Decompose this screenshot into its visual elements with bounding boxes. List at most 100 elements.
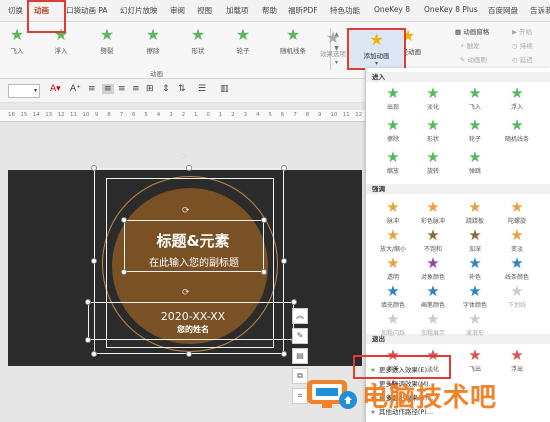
tab-tell-me[interactable]: 告诉我 xyxy=(530,5,550,16)
emphasis-effect-item[interactable]: ★ 放大/缩小 xyxy=(376,226,410,253)
resize-handle[interactable] xyxy=(91,258,97,264)
tab-foxit-pdf[interactable]: 福昕PDF xyxy=(288,5,318,16)
resize-handle[interactable] xyxy=(281,165,287,171)
collapse-icon[interactable]: ︽ xyxy=(292,308,308,324)
emphasis-effect-item[interactable]: ★ 加深 xyxy=(458,226,492,253)
resize-handle[interactable] xyxy=(85,337,91,343)
entrance-effect-item[interactable]: ★ 飞入 xyxy=(458,84,492,111)
emphasis-effect-item[interactable]: ★ 补色 xyxy=(458,254,492,281)
anim-wipe[interactable]: ★ 擦除 xyxy=(138,25,168,55)
justify-icon[interactable]: ≡ xyxy=(132,84,140,94)
entrance-effect-item[interactable]: ★ 旋转 xyxy=(416,148,450,175)
ruler-tick-label: 16 xyxy=(8,112,15,118)
tab-slideshow[interactable]: 幻灯片放映 xyxy=(120,5,158,16)
tab-onekey8-plus[interactable]: OneKey 8 Plus xyxy=(424,5,478,14)
slide-title[interactable]: 标题&元素 xyxy=(138,230,248,251)
exit-effect-item[interactable]: ★ 飞出 xyxy=(458,346,492,373)
resize-handle[interactable] xyxy=(281,351,287,357)
tab-onekey8[interactable]: OneKey 8 xyxy=(374,5,410,14)
emphasis-effect-item[interactable]: ★ 彩色脉冲 xyxy=(416,198,450,225)
slide-subtitle[interactable]: 在此输入您的副标题 xyxy=(126,254,262,269)
tab-addins[interactable]: 加载项 xyxy=(226,5,249,16)
resize-handle[interactable] xyxy=(121,217,127,223)
distribute-icon[interactable]: ⊞ xyxy=(146,84,154,94)
emphasis-effect-item[interactable]: ★ 加粗展示 xyxy=(416,310,450,337)
resize-handle[interactable] xyxy=(261,269,267,275)
columns-icon[interactable]: ▥ xyxy=(220,84,229,94)
animation-painter-button[interactable]: ✎ 动画刷 xyxy=(460,54,487,64)
entrance-effect-item[interactable]: ★ 随机线条 xyxy=(500,116,534,143)
entrance-effect-item[interactable]: ★ 缩放 xyxy=(376,148,410,175)
resize-handle[interactable] xyxy=(121,269,127,275)
tab-pocket-animation[interactable]: 口袋动画 PA xyxy=(66,5,108,16)
anim-label: 劈裂 xyxy=(100,47,114,55)
rotate-handle-icon[interactable]: ⟳ xyxy=(182,206,190,216)
emphasis-effect-item[interactable]: ★ 陀螺旋 xyxy=(500,198,534,225)
bullets-icon[interactable]: ☰ xyxy=(198,84,206,94)
star-icon: ★ xyxy=(426,116,440,134)
slide-author-name[interactable]: 您的姓名 xyxy=(138,324,248,335)
animation-pane-button[interactable]: ▦ 动画窗格 xyxy=(455,26,489,36)
font-color-icon[interactable]: A▾ xyxy=(50,84,61,94)
tab-view[interactable]: 视图 xyxy=(197,5,212,16)
emphasis-effect-item[interactable]: ★ 波浪形 xyxy=(458,310,492,337)
slide-canvas[interactable]: ⟳ ⟳ 标题&元素 在此输入您的副标题 2020-XX-XX 您的姓名 xyxy=(8,165,362,366)
resize-handle[interactable] xyxy=(91,165,97,171)
tab-features[interactable]: 特色功能 xyxy=(330,5,360,16)
entrance-effect-item[interactable]: ★ 淡化 xyxy=(416,84,450,111)
layout-icon[interactable]: ▤ xyxy=(292,348,308,364)
tab-transitions[interactable]: 切换 xyxy=(8,5,23,16)
entrance-effect-item[interactable]: ★ 形状 xyxy=(416,116,450,143)
exit-effect-item[interactable]: ★ 浮出 xyxy=(500,346,534,373)
effect-options-button[interactable]: ★ 效果选项 xyxy=(320,28,346,58)
align-center-icon[interactable]: ≡ xyxy=(102,84,114,94)
entrance-effect-item[interactable]: ★ 弹跳 xyxy=(458,148,492,175)
slide-date[interactable]: 2020-XX-XX xyxy=(138,310,248,323)
emphasis-effect-item[interactable]: ★ 对象颜色 xyxy=(416,254,450,281)
entrance-effect-item[interactable]: ★ 出现 xyxy=(376,84,410,111)
add-animation-button[interactable]: ★ 添加动画 ▾ xyxy=(347,28,406,70)
tab-review[interactable]: 审阅 xyxy=(170,5,185,16)
emphasis-effect-item[interactable]: ★ 画笔颜色 xyxy=(416,282,450,309)
resize-handle[interactable] xyxy=(186,165,192,171)
text-direction-icon[interactable]: ⇅ xyxy=(178,84,186,94)
emphasis-effect-item[interactable]: ★ 填充颜色 xyxy=(376,282,410,309)
rotate-handle-icon[interactable]: ⟳ xyxy=(180,152,188,162)
resize-handle[interactable] xyxy=(91,351,97,357)
start-control[interactable]: ▶ 开始 xyxy=(512,26,532,36)
line-spacing-icon[interactable]: ⇕ xyxy=(162,84,170,94)
entrance-effect-item[interactable]: ★ 轮子 xyxy=(458,116,492,143)
entrance-effect-item[interactable]: ★ 浮入 xyxy=(500,84,534,111)
trigger-button[interactable]: ⚡ 触发 xyxy=(460,40,480,50)
rotate-handle-icon[interactable]: ⟳ xyxy=(182,288,190,298)
align-left-icon[interactable]: ≡ xyxy=(88,84,96,94)
resize-handle[interactable] xyxy=(281,258,287,264)
emphasis-effect-item[interactable]: ★ 线条颜色 xyxy=(500,254,534,281)
emphasis-effect-item[interactable]: ★ 不饱和 xyxy=(416,226,450,253)
font-size-select[interactable]: ▾ xyxy=(8,84,40,98)
emphasis-effect-item[interactable]: ★ 变淡 xyxy=(500,226,534,253)
delay-control[interactable]: ◴ 延迟 xyxy=(512,54,533,64)
emphasis-effect-item[interactable]: ★ 加粗闪烁 xyxy=(376,310,410,337)
anim-shape[interactable]: ★ 形状 xyxy=(183,25,213,55)
resize-handle[interactable] xyxy=(261,217,267,223)
effect-label: 脉冲 xyxy=(386,218,399,225)
entrance-effect-item[interactable]: ★ 擦除 xyxy=(376,116,410,143)
duration-control[interactable]: ◷ 持续 xyxy=(512,40,533,50)
resize-handle[interactable] xyxy=(291,299,297,305)
emphasis-effect-item[interactable]: ★ 跷跷板 xyxy=(458,198,492,225)
emphasis-effect-item[interactable]: ★ 字体颜色 xyxy=(458,282,492,309)
anim-random-bars[interactable]: ★ 随机线条 xyxy=(278,25,308,55)
shape-style-icon[interactable]: ✎ xyxy=(292,328,308,344)
font-size-up-icon[interactable]: A⁺ xyxy=(70,84,81,94)
emphasis-effect-item[interactable]: ★ 下划线 xyxy=(500,282,534,309)
tab-help[interactable]: 帮助 xyxy=(262,5,277,16)
resize-handle[interactable] xyxy=(85,299,91,305)
emphasis-effect-item[interactable]: ★ 透明 xyxy=(376,254,410,281)
tab-baidu-netdisk[interactable]: 百度网盘 xyxy=(488,5,518,16)
anim-split[interactable]: ★ 劈裂 xyxy=(92,25,122,55)
align-right-icon[interactable]: ≡ xyxy=(118,84,126,94)
anim-wheel[interactable]: ★ 轮子 xyxy=(228,25,258,55)
resize-handle[interactable] xyxy=(186,351,192,357)
emphasis-effect-item[interactable]: ★ 脉冲 xyxy=(376,198,410,225)
